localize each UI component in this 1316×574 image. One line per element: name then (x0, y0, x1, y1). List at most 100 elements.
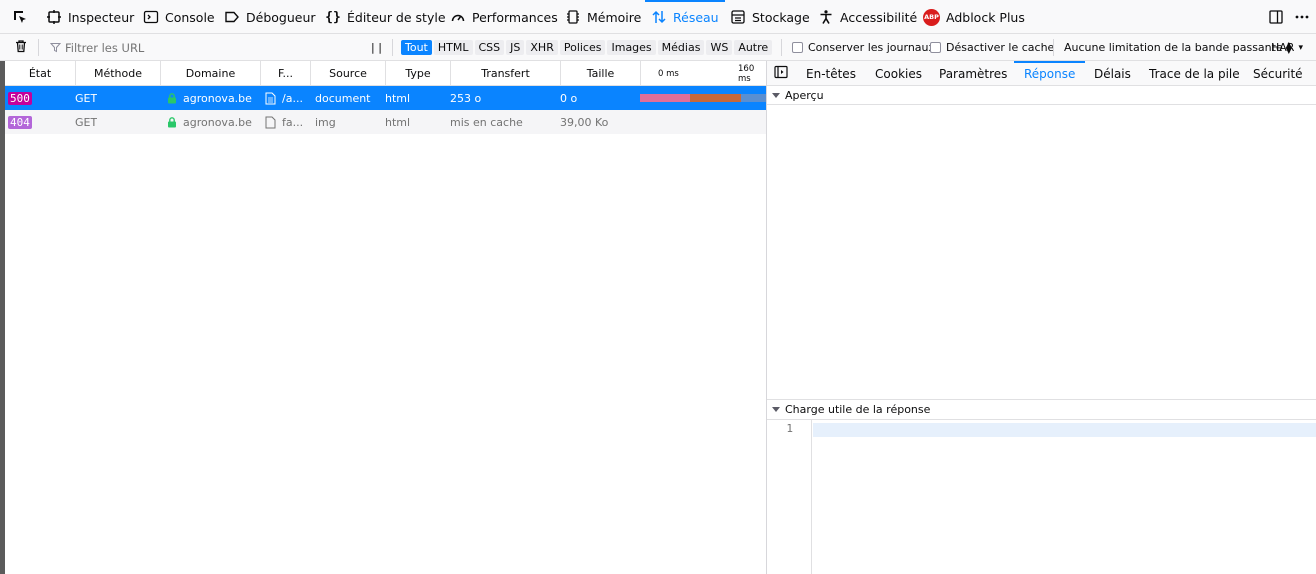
tab-reseau[interactable]: Réseau (645, 0, 725, 34)
tab-console[interactable]: Console (143, 0, 215, 34)
element-picker-icon (12, 9, 28, 25)
checkbox-box[interactable] (930, 42, 941, 53)
tab-reponse[interactable]: Réponse (1013, 61, 1086, 86)
tab-memoire[interactable]: Mémoire (565, 0, 641, 34)
toggle-sidebar-button[interactable] (774, 61, 788, 86)
preview-section-header[interactable]: Aperçu (767, 86, 1316, 105)
column-header-methode[interactable]: Méthode (76, 61, 161, 86)
devtools-toolbar: Inspecteur Console Débogueur {} Éditeur … (0, 0, 1316, 34)
tab-accessibilite[interactable]: Accessibilité (818, 0, 917, 34)
size-cell: 39,00 Ko (560, 115, 609, 129)
request-details-panel: En-têtes Cookies Paramètres Réponse Déla… (766, 61, 1316, 574)
type-cell: html (385, 91, 411, 105)
divider (781, 39, 782, 56)
collapse-triangle-icon (772, 407, 780, 412)
column-header-waterfall[interactable]: 0 ms 160 ms (641, 61, 766, 86)
tab-label: Réseau (673, 9, 719, 25)
payload-section-title: Charge utile de la réponse (785, 403, 931, 416)
tab-performances[interactable]: Performances (450, 0, 558, 34)
tab-editeur-de-style[interactable]: {} Éditeur de style (325, 0, 445, 34)
tab-en-tetes[interactable]: En-têtes (806, 61, 856, 86)
column-header-source[interactable]: Source (311, 61, 386, 86)
har-menu-button[interactable]: HAR ▾ (1271, 34, 1303, 61)
checkbox-box[interactable] (792, 42, 803, 53)
table-row[interactable]: 500 GET agronova.be /a... document html … (5, 86, 766, 110)
waterfall-bar-wait (690, 94, 741, 102)
clear-requests-button[interactable] (14, 34, 28, 61)
tab-label: Mémoire (587, 9, 642, 25)
tab-inspecteur[interactable]: Inspecteur (46, 0, 134, 34)
tab-delais[interactable]: Délais (1094, 61, 1131, 86)
disable-cache-label: Désactiver le cache (946, 41, 1055, 54)
disable-cache-checkbox[interactable]: Désactiver le cache (930, 34, 1054, 61)
size-cell: 0 o (560, 91, 578, 105)
filter-type-ws[interactable]: WS (706, 40, 733, 55)
column-header-transfert[interactable]: Transfert (451, 61, 561, 86)
payload-section-header[interactable]: Charge utile de la réponse (767, 399, 1316, 420)
inspector-icon (46, 9, 62, 25)
filter-type-images[interactable]: Images (607, 40, 656, 55)
filter-type-polices[interactable]: Polices (559, 40, 606, 55)
domain-cell: agronova.be (167, 86, 252, 110)
domain-text: agronova.be (183, 115, 252, 129)
preview-section-title: Aperçu (785, 88, 824, 102)
filter-type-medias[interactable]: Médias (657, 40, 705, 55)
method-cell: GET (75, 115, 98, 129)
response-payload-editor[interactable]: 1 (767, 420, 1316, 574)
request-list: État Méthode Domaine F... Source Type Tr… (5, 61, 766, 574)
dock-toggle-button[interactable] (1268, 0, 1290, 34)
tab-adblock-plus[interactable]: ABP Adblock Plus (923, 0, 1025, 34)
tab-cookies[interactable]: Cookies (875, 61, 922, 86)
tab-label: Accessibilité (840, 9, 918, 25)
column-header-taille[interactable]: Taille (561, 61, 641, 86)
tab-stockage[interactable]: Stockage (730, 0, 810, 34)
filter-url-input[interactable] (65, 40, 355, 55)
column-header-fichier[interactable]: F... (261, 61, 311, 86)
tab-debogueur[interactable]: Débogueur (224, 0, 316, 34)
table-row[interactable]: 404 GET agronova.be fa... img html mis e… (5, 110, 766, 134)
filter-type-html[interactable]: HTML (433, 40, 473, 55)
har-label: HAR (1271, 41, 1295, 54)
tab-parametres[interactable]: Paramètres (939, 61, 1007, 86)
file-cell: /a... (265, 86, 311, 110)
column-header-etat[interactable]: État (5, 61, 76, 86)
filter-type-autre[interactable]: Autre (734, 40, 773, 55)
divider (392, 39, 393, 56)
type-cell: html (385, 115, 411, 129)
waterfall-bar-receive (741, 94, 766, 102)
dock-side-icon (1268, 9, 1284, 25)
tab-label: Débogueur (246, 9, 316, 25)
persist-logs-checkbox[interactable]: Conserver les journaux (792, 34, 935, 61)
document-icon (265, 92, 276, 105)
filter-type-tout[interactable]: Tout (401, 40, 432, 55)
transfer-cell: 253 o (450, 91, 482, 105)
line-number: 1 (786, 422, 793, 435)
tab-securite[interactable]: Sécurité (1253, 61, 1303, 86)
column-header-type[interactable]: Type (386, 61, 451, 86)
status-cell: 404 (8, 110, 32, 134)
collapse-triangle-icon (772, 92, 780, 98)
tab-trace-de-la-pile[interactable]: Trace de la pile (1149, 61, 1240, 86)
column-header-domaine[interactable]: Domaine (161, 61, 261, 86)
filter-type-css[interactable]: CSS (474, 40, 505, 55)
memory-icon (565, 9, 581, 25)
network-icon (651, 9, 667, 25)
divider (38, 39, 39, 56)
filter-type-xhr[interactable]: XHR (526, 40, 558, 55)
throttling-select[interactable]: Aucune limitation de la bande passante ▲… (1064, 34, 1292, 61)
pause-recording-button[interactable]: | | (371, 34, 382, 61)
element-picker-button[interactable] (12, 0, 34, 34)
active-line-highlight (813, 423, 1316, 437)
trash-icon (14, 39, 28, 56)
source-cell: document (315, 91, 371, 105)
more-options-button[interactable] (1294, 0, 1316, 34)
adblock-plus-icon: ABP (923, 8, 940, 26)
request-list-header: État Méthode Domaine F... Source Type Tr… (5, 61, 766, 86)
network-filter-bar: | | ToutHTMLCSSJSXHRPolicesImagesMédiasW… (0, 34, 1316, 61)
filter-type-js[interactable]: JS (506, 40, 525, 55)
status-badge: 500 (8, 91, 32, 105)
transfer-cell: mis en cache (450, 115, 523, 129)
status-cell: 500 (8, 86, 32, 110)
method-cell: GET (75, 91, 98, 105)
url-filter[interactable] (50, 34, 355, 61)
